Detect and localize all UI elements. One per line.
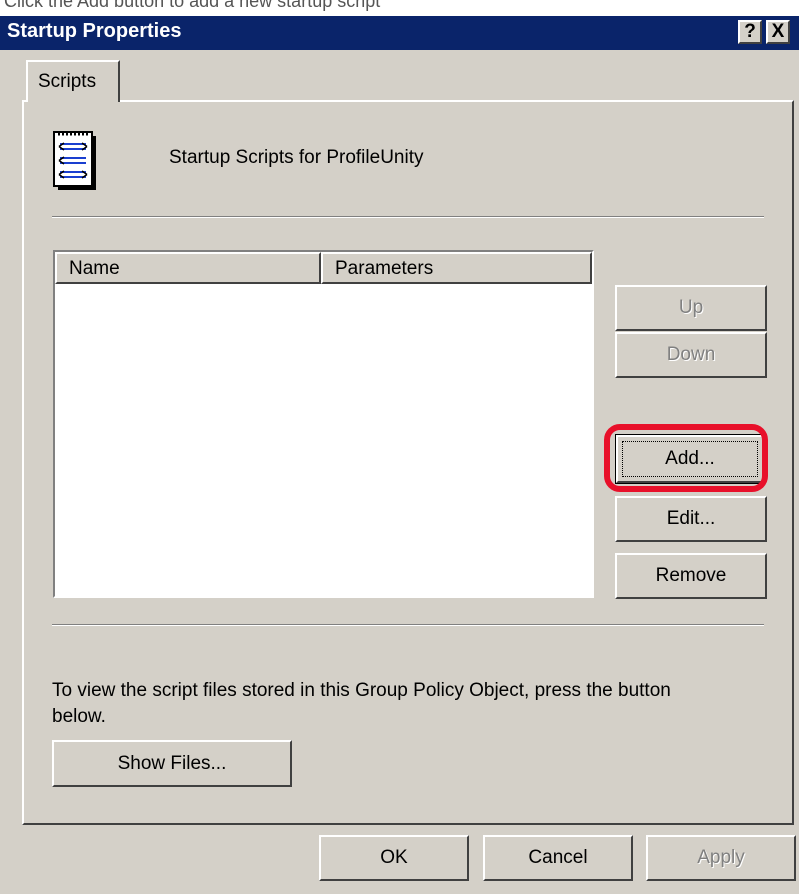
close-button[interactable]: X <box>766 20 790 44</box>
list-header: Name Parameters <box>55 252 592 284</box>
edit-button[interactable]: Edit... <box>615 496 767 542</box>
apply-button-label: Apply <box>697 847 745 868</box>
up-button[interactable]: Up <box>615 285 767 331</box>
column-header-name-label: Name <box>69 258 120 279</box>
tab-scripts-label: Scripts <box>38 71 97 92</box>
show-files-button[interactable]: Show Files... <box>52 740 292 787</box>
down-button[interactable]: Down <box>615 332 767 378</box>
cancel-button-label: Cancel <box>528 847 588 868</box>
remove-button[interactable]: Remove <box>615 553 767 599</box>
tab-scripts[interactable]: Scripts <box>26 60 120 102</box>
scripts-list[interactable]: Name Parameters <box>53 250 594 598</box>
window-title: Startup Properties <box>7 20 182 42</box>
help-button[interactable]: ? <box>738 20 762 44</box>
separator <box>52 624 764 626</box>
caption-text: Click the Add button to add a new startu… <box>4 0 381 11</box>
title-bar[interactable]: Startup Properties ? X <box>0 16 799 50</box>
up-button-label: Up <box>678 297 704 318</box>
instruction-caption: Click the Add button to add a new startu… <box>0 0 799 16</box>
remove-button-label: Remove <box>655 565 727 586</box>
separator <box>52 216 764 218</box>
add-button-highlight <box>604 424 768 492</box>
column-header-parameters[interactable]: Parameters <box>321 252 592 284</box>
info-text: To view the script files stored in this … <box>52 680 671 727</box>
apply-button[interactable]: Apply <box>646 835 796 881</box>
header-text: Startup Scripts for ProfileUnity <box>169 147 424 168</box>
ok-button[interactable]: OK <box>319 835 469 881</box>
show-files-button-label: Show Files... <box>117 752 227 774</box>
cancel-button[interactable]: Cancel <box>483 835 633 881</box>
column-header-parameters-label: Parameters <box>335 258 434 279</box>
down-button-label: Down <box>666 344 716 365</box>
edit-button-label: Edit... <box>666 508 716 529</box>
column-header-name[interactable]: Name <box>55 252 321 284</box>
script-file-icon <box>53 131 96 190</box>
ok-button-label: OK <box>380 847 408 868</box>
